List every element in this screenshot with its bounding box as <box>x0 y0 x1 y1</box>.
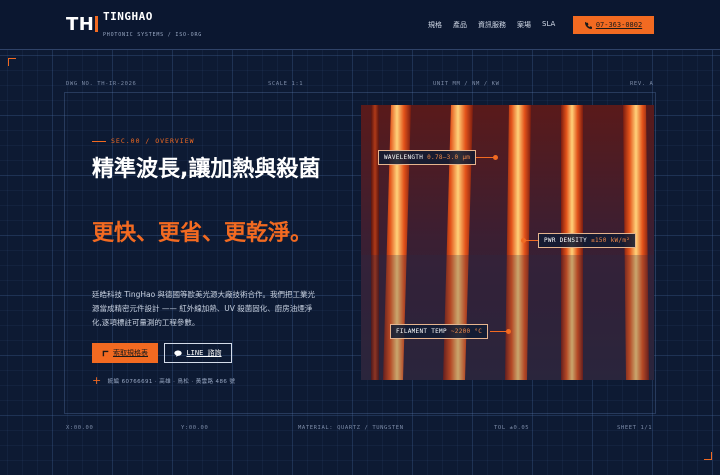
corner-mark-top-left <box>8 58 16 66</box>
brand-name: TINGHAO <box>103 10 153 23</box>
power-density-marker <box>521 238 526 243</box>
coord-x: X:00.00 <box>66 425 94 431</box>
logo-text: TH <box>66 14 95 35</box>
power-density-leader-line <box>524 240 538 241</box>
power-density-value: ≤150 kW/m² <box>591 237 631 244</box>
phone-button[interactable]: 07-363-0802 <box>573 16 654 34</box>
request-spec-label: 索取規格表 <box>113 349 148 357</box>
logo[interactable]: TH <box>66 14 99 35</box>
main-nav: 規格 產品 資訊服務 案場 SLA <box>428 20 566 30</box>
filament-temp-label: FILAMENT TEMP <box>396 328 447 335</box>
nav-item-specs[interactable]: 規格 <box>428 20 442 30</box>
phone-icon <box>584 21 592 29</box>
phone-number: 07-363-0802 <box>595 21 643 29</box>
wavelength-label: WAVELENGTH <box>384 154 424 161</box>
nav-item-cases[interactable]: 案場 <box>517 20 531 30</box>
chat-bubble-icon <box>174 350 183 357</box>
document-icon <box>102 350 109 356</box>
filament-temp-callout: FILAMENT TEMP ~2200 °C <box>390 324 489 339</box>
nav-item-products[interactable]: 產品 <box>453 20 467 30</box>
drawing-scale: SCALE 1:1 <box>268 81 304 87</box>
power-density-callout: PWR DENSITY ≤150 kW/m² <box>538 233 637 248</box>
section-label-text: SEC.00 / OVERVIEW <box>111 137 195 145</box>
plus-icon: + <box>92 374 102 387</box>
tolerance-spec: TOL ±0.05 <box>494 425 530 431</box>
hero-title: 精準波長,讓加熱與殺菌 <box>92 157 321 182</box>
wavelength-callout: WAVELENGTH 0.78–3.0 μm <box>378 150 477 165</box>
company-info: + 統編 60766691 · 高雄 · 鳥松 · 黃雲路 486 號 <box>92 374 236 387</box>
filament-temp-value: ~2200 °C <box>450 328 483 335</box>
line-consult-button[interactable]: LINE 諮詢 <box>164 343 232 363</box>
coord-y: Y:00.00 <box>181 425 209 431</box>
nav-item-sla[interactable]: SLA <box>542 20 555 30</box>
hero-title-accent: 更快、更省、更乾淨。 <box>92 221 313 246</box>
drawing-number: DWG NO. TH-IR-2026 <box>66 81 137 87</box>
brand-subtitle: PHOTONIC SYSTEMS / ISO-ORG <box>103 32 203 38</box>
corner-mark-bottom-right <box>704 452 712 460</box>
company-info-text: 統編 60766691 · 高雄 · 鳥松 · 黃雲路 486 號 <box>107 379 236 385</box>
power-density-label: PWR DENSITY <box>544 237 588 244</box>
wavelength-value: 0.78–3.0 μm <box>427 154 471 161</box>
drawing-revision: REV. A <box>630 81 654 87</box>
section-label: SEC.00 / OVERVIEW <box>92 137 195 145</box>
filament-temp-marker <box>506 329 511 334</box>
drawing-units: UNIT MM / NM / KW <box>433 81 500 87</box>
request-spec-button[interactable]: 索取規格表 <box>92 343 158 363</box>
logo-accent-bar <box>95 16 99 32</box>
section-dash <box>92 140 106 142</box>
material-spec: MATERIAL: QUARTZ / TUNGSTEN <box>298 425 404 431</box>
hero-description: 廷皓科技 TingHao 與德國等歐美光源大廠技術合作。我們把工業光源當成精密元… <box>92 290 316 327</box>
line-consult-label: LINE 諮詢 <box>186 349 222 357</box>
site-header: TH TINGHAO PHOTONIC SYSTEMS / ISO-ORG 規格… <box>0 0 720 50</box>
wavelength-leader-line <box>476 157 494 158</box>
nav-item-info-services[interactable]: 資訊服務 <box>478 20 506 30</box>
sheet-number: SHEET 1/1 <box>617 425 653 431</box>
wavelength-marker <box>493 155 498 160</box>
